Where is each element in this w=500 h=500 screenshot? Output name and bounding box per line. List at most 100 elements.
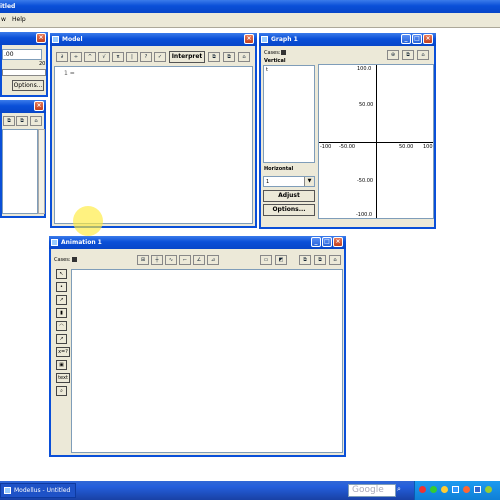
- model-title-bar: Model ×: [50, 33, 257, 46]
- close-icon[interactable]: ×: [423, 34, 433, 44]
- y-tick-label: 100.0: [357, 66, 372, 72]
- text-tool[interactable]: text: [56, 373, 70, 383]
- meter-tool-icon[interactable]: ◠: [56, 321, 67, 331]
- google-search-box[interactable]: Google: [348, 484, 396, 497]
- tray-icon[interactable]: [474, 486, 481, 493]
- angle-icon[interactable]: ∠: [193, 255, 205, 265]
- background-color-icon[interactable]: ◩: [275, 255, 287, 265]
- menu-bar: w Help: [0, 13, 500, 28]
- derivative-icon[interactable]: ∂: [56, 52, 68, 62]
- tray-icon[interactable]: [452, 486, 459, 493]
- tray-icon[interactable]: [485, 486, 492, 493]
- y-tick-label: -100.0: [356, 212, 373, 218]
- animation-frame: Cases: ⊞ ┼ ∿ ⌐ ∠ ⊿ ▭ ◩ ⧉ ⧉ ⌂ ↖ • ↗ ▮ ◠ ↗…: [49, 249, 346, 457]
- vertical-variable-list[interactable]: t: [263, 65, 315, 163]
- close-icon[interactable]: ×: [34, 101, 44, 111]
- grid-icon[interactable]: ⊞: [137, 255, 149, 265]
- taskbar-label: Modellus - Untitled: [14, 487, 71, 494]
- minimize-icon[interactable]: _: [401, 34, 411, 44]
- cursor-tool-icon[interactable]: ↖: [56, 269, 67, 279]
- left-variables-window: × .00 20 Options...: [0, 32, 48, 97]
- value-text: .00: [4, 51, 14, 58]
- minimize-icon[interactable]: _: [311, 237, 321, 247]
- search-placeholder: Google: [352, 485, 384, 495]
- print-icon[interactable]: ⌂: [329, 255, 341, 265]
- variable-t[interactable]: t: [266, 67, 268, 73]
- copy-icon[interactable]: ⧉: [402, 50, 414, 60]
- tray-icon[interactable]: [430, 486, 437, 493]
- close-icon[interactable]: ×: [244, 34, 254, 44]
- step-icon[interactable]: ⌐: [179, 255, 191, 265]
- copy-icon[interactable]: ⧉: [208, 52, 220, 62]
- highlight-cursor: [73, 206, 103, 236]
- cases-label: Cases:: [54, 257, 71, 263]
- chart-icon[interactable]: ⌂: [30, 116, 42, 126]
- animation-window: Animation 1 _ □ × Cases: ⊞ ┼ ∿ ⌐ ∠ ⊿ ▭ ◩…: [49, 236, 346, 457]
- zoom-tool-icon[interactable]: ⌕: [56, 386, 67, 396]
- graph-tool-icon[interactable]: ⊕: [387, 50, 399, 60]
- copy-icon[interactable]: ⧉: [3, 116, 15, 126]
- animation-title: Animation 1: [61, 239, 102, 246]
- x-eq-tool[interactable]: x=?: [56, 347, 70, 357]
- bar-tool-icon[interactable]: ▮: [56, 308, 67, 318]
- trace-icon[interactable]: ∿: [165, 255, 177, 265]
- graph-tool-icon[interactable]: ↗: [56, 334, 67, 344]
- adjust-button[interactable]: Adjust: [263, 190, 315, 202]
- if-icon[interactable]: ?: [140, 52, 152, 62]
- tray-icon[interactable]: [463, 486, 470, 493]
- fraction-icon[interactable]: ÷: [70, 52, 82, 62]
- graph-window: Graph 1 _ □ × Cases: ⊕ ⧉ ⌂ Vertical t Ho…: [259, 33, 436, 229]
- measure-icon[interactable]: ⊿: [207, 255, 219, 265]
- check-icon[interactable]: ✓: [154, 52, 166, 62]
- print-icon[interactable]: ⌂: [417, 50, 429, 60]
- sqrt-icon[interactable]: √: [98, 52, 110, 62]
- animation-title-bar: Animation 1 _ □ ×: [49, 236, 346, 249]
- maximize-icon[interactable]: □: [322, 237, 332, 247]
- search-icon[interactable]: ⌕: [397, 485, 406, 496]
- model-title: Model: [62, 36, 83, 43]
- graph-plot-area[interactable]: 100.0 50.00 -50.00 -100.0 -100 -50.00 50…: [318, 64, 434, 219]
- paste-icon[interactable]: ⧉: [16, 116, 28, 126]
- paste-icon[interactable]: ⧉: [223, 52, 235, 62]
- equation-entry[interactable]: 1 =: [64, 70, 75, 77]
- options-button[interactable]: Options...: [12, 80, 44, 91]
- chevron-down-icon[interactable]: ▼: [304, 177, 314, 186]
- x-tick-label: 100: [423, 144, 433, 150]
- tray-icon[interactable]: [441, 486, 448, 493]
- options-button[interactable]: Options...: [263, 204, 315, 216]
- close-icon[interactable]: ×: [36, 33, 46, 43]
- value-field[interactable]: .00: [2, 49, 42, 60]
- x-tick-label: 50.00: [399, 144, 414, 150]
- system-tray: [414, 481, 500, 500]
- axes-icon[interactable]: ┼: [151, 255, 163, 265]
- app-icon: [4, 487, 11, 494]
- power-icon[interactable]: ^: [84, 52, 96, 62]
- close-icon[interactable]: ×: [333, 237, 343, 247]
- paste-icon[interactable]: ⧉: [314, 255, 326, 265]
- model-editor[interactable]: 1 =: [54, 66, 253, 236]
- point-tool-icon[interactable]: •: [56, 282, 67, 292]
- horizontal-select[interactable]: 1 ▼: [263, 176, 315, 187]
- slider-track[interactable]: [2, 69, 46, 76]
- pi-icon[interactable]: π: [112, 52, 124, 62]
- menu-item-window[interactable]: w: [1, 16, 6, 23]
- print-icon[interactable]: ⌂: [238, 52, 250, 62]
- menu-item-help[interactable]: Help: [12, 16, 26, 23]
- animation-canvas[interactable]: [71, 269, 343, 453]
- taskbar-button[interactable]: Modellus - Untitled: [0, 483, 76, 498]
- maximize-icon[interactable]: □: [412, 34, 422, 44]
- abs-icon[interactable]: |: [126, 52, 138, 62]
- window-size-icon[interactable]: ▭: [260, 255, 272, 265]
- interpret-button[interactable]: Interpret: [169, 51, 205, 63]
- tray-icon[interactable]: [419, 486, 426, 493]
- left-window-title-bar: ×: [0, 32, 48, 45]
- cases-label: Cases:: [264, 50, 281, 56]
- window-icon: [261, 36, 268, 43]
- table-area[interactable]: [2, 129, 38, 214]
- app-title: itled: [0, 3, 16, 10]
- vertical-scrollbar[interactable]: [38, 129, 45, 214]
- copy-icon[interactable]: ⧉: [299, 255, 311, 265]
- vector-tool-icon[interactable]: ↗: [56, 295, 67, 305]
- left-table-title-bar: ×: [0, 100, 46, 113]
- image-tool-icon[interactable]: ▣: [56, 360, 67, 370]
